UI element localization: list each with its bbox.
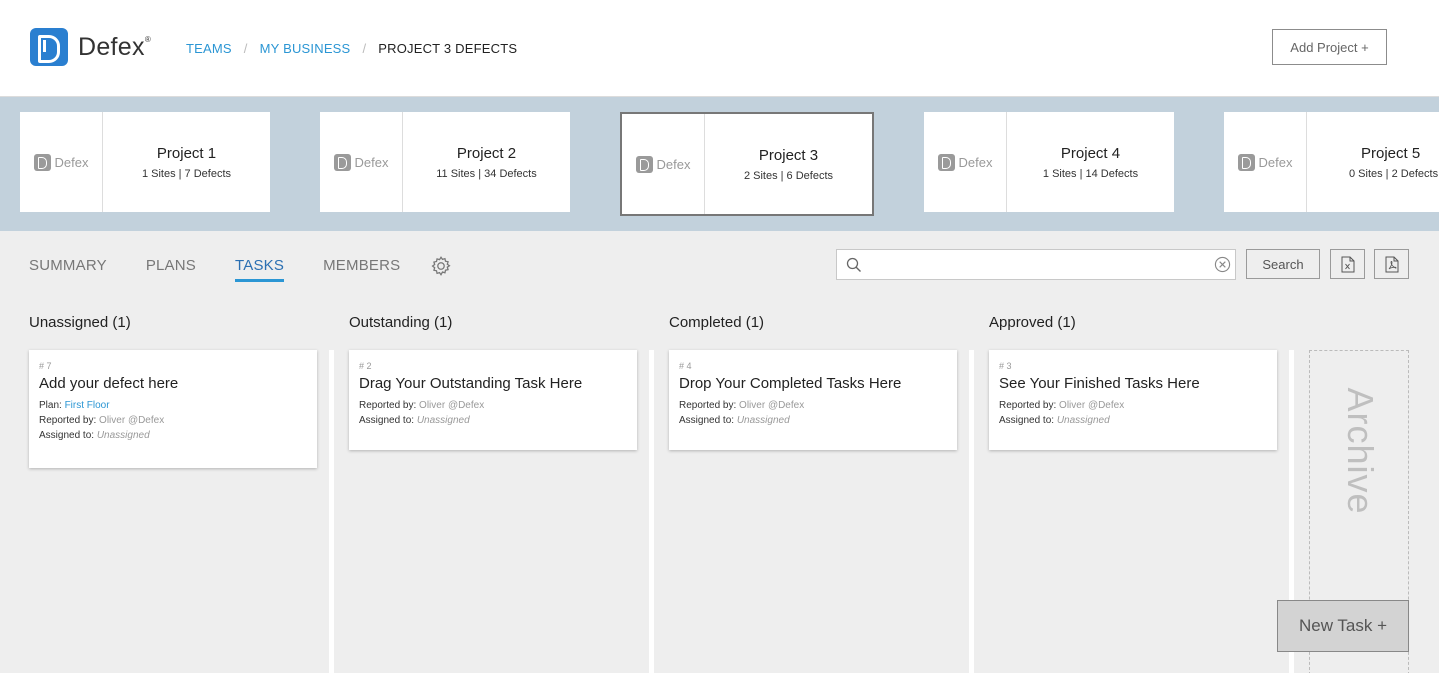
project-logo-text: Defex [54,154,89,170]
task-card-7[interactable]: # 7 Add your defect here Plan: First Flo… [29,350,317,468]
project-name: Project 3 [758,146,819,164]
project-meta: 2 Sites | 6 Defects [743,169,834,182]
breadcrumb-my-business[interactable]: MY BUSINESS [260,41,351,56]
new-task-button[interactable]: New Task + [1277,600,1409,652]
defex-logo-icon [333,153,351,171]
task-title: Drag Your Outstanding Task Here [359,375,583,392]
task-title: Drop Your Completed Tasks Here [679,375,902,392]
project-meta: 1 Sites | 14 Defects [1042,167,1139,180]
column-title-approved: Approved (1) [989,314,1076,331]
task-assigned-to: Assigned to: Unassigned [359,415,470,426]
project-meta: 1 Sites | 7 Defects [141,167,232,180]
search-button[interactable]: Search [1246,249,1320,279]
tab-summary[interactable]: SUMMARY [29,257,107,282]
breadcrumb-teams[interactable]: TEAMS [186,41,232,56]
project-card-4[interactable]: Defex Project 4 1 Sites | 14 Defects [924,112,1174,212]
defex-logo-icon [1237,153,1255,171]
column-divider [329,350,334,673]
task-number: # 3 [999,361,1012,371]
task-title: See Your Finished Tasks Here [999,375,1200,392]
task-card-3[interactable]: # 3 See Your Finished Tasks Here Reporte… [989,350,1277,450]
gear-icon[interactable] [430,255,452,277]
task-assigned-to: Assigned to: Unassigned [39,430,150,441]
task-number: # 7 [39,361,52,371]
column-title-outstanding: Outstanding (1) [349,314,453,331]
task-reported-by: Reported by: Oliver @Defex [39,415,165,426]
clear-search-icon[interactable] [1214,256,1231,273]
defex-logo[interactable]: Defex® [30,28,151,66]
pdf-file-icon [1385,256,1398,272]
defex-logo-icon [30,28,68,66]
breadcrumb-current: PROJECT 3 DEFECTS [378,41,518,56]
column-title-completed: Completed (1) [669,314,765,331]
project-meta: 11 Sites | 34 Defects [436,167,537,180]
project-card-2[interactable]: Defex Project 2 11 Sites | 34 Defects [320,112,570,212]
project-name: Project 5 [1361,144,1421,162]
project-logo-text: Defex [958,154,993,170]
task-reported-by: Reported by: Oliver @Defex [359,400,485,411]
export-excel-button[interactable] [1330,249,1365,279]
search-box [836,249,1236,280]
tab-tasks[interactable]: TASKS [235,257,285,282]
column-title-unassigned: Unassigned (1) [29,314,131,331]
task-reported-by: Reported by: Oliver @Defex [999,400,1125,411]
task-reported-by: Reported by: Oliver @Defex [679,400,805,411]
project-logo-text: Defex [656,156,691,172]
column-divider [969,350,974,673]
project-card-5[interactable]: Defex Project 5 0 Sites | 2 Defects [1224,112,1439,212]
defex-logo-icon [635,155,653,173]
project-logo: Defex [20,112,103,212]
task-card-4[interactable]: # 4 Drop Your Completed Tasks Here Repor… [669,350,957,450]
project-card-3[interactable]: Defex Project 3 2 Sites | 6 Defects [620,112,874,216]
project-name: Project 2 [456,144,517,162]
breadcrumb-separator: / [243,41,248,56]
archive-label: Archive [1340,387,1381,515]
breadcrumb-separator: / [362,41,367,56]
project-logo: Defex [1224,112,1307,212]
task-assigned-to: Assigned to: Unassigned [999,415,1110,426]
project-logo-text: Defex [354,154,389,170]
project-logo: Defex [320,112,403,212]
task-number: # 2 [359,361,372,371]
add-project-button[interactable]: Add Project + [1272,29,1387,65]
task-title: Add your defect here [39,375,179,392]
project-logo: Defex [924,112,1007,212]
defex-logo-icon [33,153,51,171]
project-card-1[interactable]: Defex Project 1 1 Sites | 7 Defects [20,112,270,212]
task-plan-link[interactable]: First Floor [65,400,110,411]
task-assigned-to: Assigned to: Unassigned [679,415,790,426]
project-logo: Defex [622,114,705,214]
excel-file-icon [1341,256,1354,272]
defex-logo-icon [937,153,955,171]
tab-members[interactable]: MEMBERS [323,257,400,282]
project-name: Project 4 [1060,144,1121,162]
app-header: Defex® TEAMS / MY BUSINESS / PROJECT 3 D… [0,0,1439,97]
column-divider [649,350,654,673]
project-meta: 0 Sites | 2 Defects [1349,167,1439,180]
task-number: # 4 [679,361,692,371]
project-tabs: SUMMARY PLANS TASKS MEMBERS [29,256,451,282]
project-logo-text: Defex [1258,154,1293,170]
project-name: Project 1 [156,144,217,162]
task-plan: Plan: First Floor [39,400,110,411]
tab-plans[interactable]: PLANS [146,257,196,282]
project-strip[interactable]: Defex Project 1 1 Sites | 7 Defects Defe… [0,97,1439,231]
search-input[interactable] [867,250,1207,279]
export-pdf-button[interactable] [1374,249,1409,279]
search-icon [846,257,861,272]
breadcrumb: TEAMS / MY BUSINESS / PROJECT 3 DEFECTS [186,41,517,56]
task-card-2[interactable]: # 2 Drag Your Outstanding Task Here Repo… [349,350,637,450]
logo-text: Defex® [78,32,152,61]
